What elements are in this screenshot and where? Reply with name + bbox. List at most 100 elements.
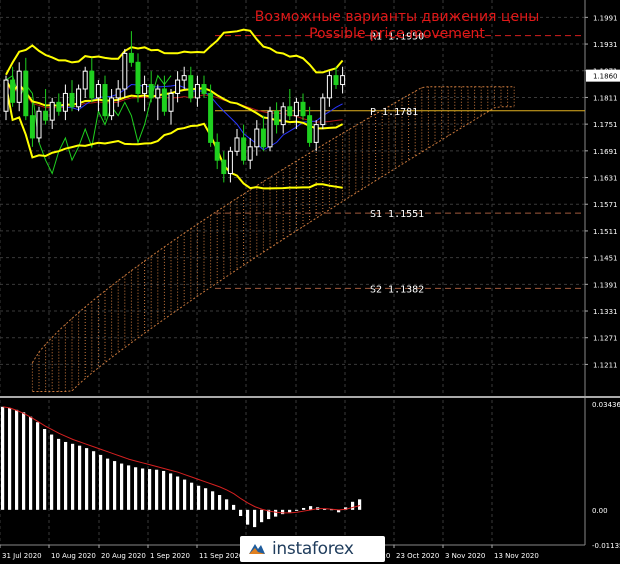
candle-body xyxy=(333,75,339,86)
candle-body xyxy=(320,97,326,126)
histogram-bar xyxy=(162,470,166,510)
histogram-bar xyxy=(8,408,12,510)
histogram-bar xyxy=(246,509,250,525)
y-tick-label: 1.1211 xyxy=(593,361,618,369)
candle-body xyxy=(280,106,286,126)
x-tick-label: 13 Nov 2020 xyxy=(494,552,539,560)
candle-body xyxy=(300,101,306,117)
histogram-bar xyxy=(211,491,215,510)
candle-body xyxy=(201,84,207,94)
candle-body xyxy=(122,52,128,90)
candle-body xyxy=(142,84,148,94)
histogram-bar xyxy=(50,434,54,510)
forex-chart: R1 1.1950P 1.1781S1 1.1551S2 1.1382 1.19… xyxy=(0,0,620,564)
candle-body xyxy=(29,115,35,139)
candle-body xyxy=(109,97,115,117)
candle-body xyxy=(95,84,101,99)
candle-body xyxy=(188,75,194,99)
candle-body xyxy=(234,137,240,152)
histogram-bar xyxy=(190,482,194,510)
candle-body xyxy=(227,150,233,175)
histogram-bar xyxy=(204,488,208,510)
instaforex-watermark: instaforex xyxy=(240,536,385,562)
candle-body xyxy=(194,84,200,99)
candle-body xyxy=(307,115,313,143)
candle-body xyxy=(102,84,108,117)
candle-body xyxy=(3,79,9,112)
instaforex-logo-icon xyxy=(249,544,265,554)
candle-body xyxy=(62,92,68,112)
histogram-bar xyxy=(106,458,110,510)
current-price-label: 1.1860 xyxy=(593,73,618,81)
candle-body xyxy=(260,128,266,148)
histogram-bar xyxy=(176,476,180,510)
candle-body xyxy=(36,110,42,139)
y-tick-label: 1.1451 xyxy=(593,255,618,263)
candle-body xyxy=(293,101,299,117)
candle-body xyxy=(241,137,247,161)
histogram-bar xyxy=(260,509,264,523)
histogram-bar xyxy=(288,509,292,513)
candle-body xyxy=(128,52,134,63)
candle-body xyxy=(208,92,214,143)
y-tick-label: 1.1571 xyxy=(593,201,618,209)
candle-body xyxy=(175,79,181,94)
histogram-bar xyxy=(148,469,152,510)
histogram-bar xyxy=(239,509,243,516)
candle-body xyxy=(23,70,29,117)
candle-body xyxy=(69,92,75,108)
x-tick-label: 20 Aug 2020 xyxy=(101,552,146,560)
pivot-label-p: P 1.1781 xyxy=(370,107,418,118)
histogram-bar xyxy=(225,499,229,510)
y-tick-label: 1.1391 xyxy=(593,281,618,289)
histogram-bar xyxy=(1,406,5,510)
osc-tick-label: -0.01135 xyxy=(592,542,620,550)
y-tick-label: 1.1271 xyxy=(593,335,618,343)
candle-body xyxy=(313,124,319,143)
histogram-bar xyxy=(92,451,96,510)
candle-body xyxy=(89,70,95,99)
candle-body xyxy=(155,88,161,99)
y-tick-label: 1.1631 xyxy=(593,175,618,183)
histogram-bar xyxy=(99,454,103,510)
x-tick-label: 1 Sep 2020 xyxy=(150,552,190,560)
y-tick-label: 1.1751 xyxy=(593,121,618,129)
histogram-bar xyxy=(351,501,355,510)
histogram-bar xyxy=(120,463,124,510)
x-tick-label: 10 Aug 2020 xyxy=(51,552,96,560)
histogram-bar xyxy=(71,443,75,510)
candle-body xyxy=(254,128,260,148)
candle-body xyxy=(168,92,174,112)
watermark-text: instaforex xyxy=(272,539,354,559)
x-tick-label: 23 Oct 2020 xyxy=(396,552,439,560)
candle-body xyxy=(287,106,293,117)
candle-body xyxy=(43,110,49,121)
histogram-bar xyxy=(64,441,68,510)
y-tick-label: 1.1331 xyxy=(593,308,618,316)
candle-body xyxy=(181,75,187,81)
candle-body xyxy=(274,110,280,126)
histogram-bar xyxy=(295,509,299,511)
candle-body xyxy=(56,101,62,112)
chart-title-en: Possible price movement xyxy=(309,26,485,42)
chart-title-ru: Возможные варианты движения цены xyxy=(255,9,540,25)
histogram-bar xyxy=(127,465,131,510)
candle-body xyxy=(148,84,154,99)
histogram-bar xyxy=(29,416,33,510)
candle-body xyxy=(340,75,346,86)
histogram-bar xyxy=(358,499,362,510)
histogram-bar xyxy=(134,467,138,510)
candle-body xyxy=(214,141,220,161)
candle-body xyxy=(76,88,82,108)
histogram-bar xyxy=(36,422,40,510)
histogram-bar xyxy=(169,473,173,510)
candle-body xyxy=(49,101,55,121)
histogram-bar xyxy=(141,468,145,510)
histogram-bar xyxy=(155,469,159,510)
x-tick-label: 31 Jul 2020 xyxy=(2,552,42,560)
candle-body xyxy=(326,75,332,99)
y-tick-label: 1.1991 xyxy=(593,14,618,22)
pivot-label-s1: S1 1.1551 xyxy=(370,209,424,220)
candle-body xyxy=(82,70,88,90)
candle-body xyxy=(221,159,227,175)
